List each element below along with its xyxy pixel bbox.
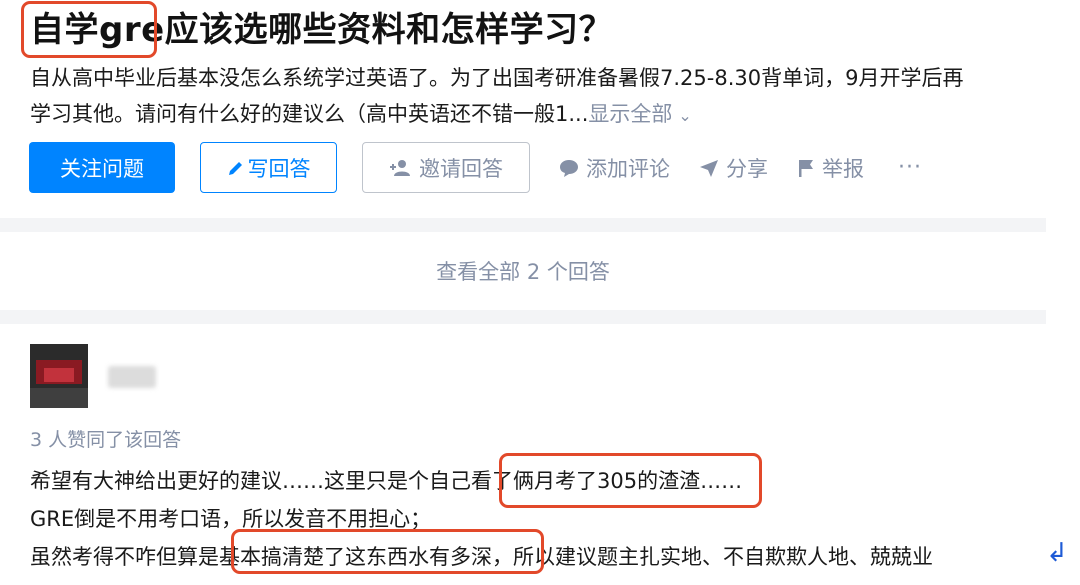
- view-all-answers-link[interactable]: 查看全部 2 个回答: [436, 256, 610, 286]
- question-title[interactable]: 自学gre应该选哪些资料和怎样学习？: [30, 2, 613, 51]
- write-answer-label: 写回答: [247, 156, 311, 181]
- view-all-answers-bar[interactable]: 查看全部 2 个回答: [0, 232, 1046, 310]
- return-arrow-icon: ↲: [1046, 538, 1068, 568]
- add-user-icon: [390, 159, 410, 176]
- add-comment-label: 添加评论: [586, 156, 670, 181]
- share-button[interactable]: 分享: [698, 153, 768, 183]
- answer-card: 3 人赞同了该回答 希望有大神给出更好的建议……这里只是个自己看了俩月考了305…: [0, 324, 1046, 585]
- pencil-icon: [228, 161, 242, 175]
- avatar[interactable]: [30, 344, 88, 408]
- flag-icon: [799, 159, 813, 177]
- invite-answer-button[interactable]: 邀请回答: [362, 142, 530, 193]
- write-answer-button[interactable]: 写回答: [200, 142, 337, 193]
- vote-count: 3 人赞同了该回答: [30, 429, 182, 451]
- chevron-down-icon[interactable]: ⌄: [678, 106, 691, 125]
- comment-icon: [560, 159, 578, 177]
- question-detail-line-2: 学习其他。请问有什么好的建议么（高中英语还不错一般1...显示全部 ⌄: [30, 102, 692, 126]
- answer-text-line-2: GRE倒是不用考口语，所以发音不用担心；: [30, 507, 432, 531]
- question-detail: 自从高中毕业后基本没怎么系统学过英语了。为了出国考研准备暑假7.25-8.30背…: [30, 60, 1040, 134]
- follow-question-button[interactable]: 关注问题: [29, 142, 175, 193]
- question-card: 自学gre应该选哪些资料和怎样学习？ 自从高中毕业后基本没怎么系统学过英语了。为…: [0, 0, 1046, 218]
- answer-text-line-1: 希望有大神给出更好的建议……这里只是个自己看了俩月考了305的渣渣……: [30, 469, 743, 493]
- author-name-blurred[interactable]: [108, 366, 156, 388]
- question-actions: 关注问题 写回答 邀请回答 添加评论 分享 举报 ···: [29, 142, 922, 193]
- share-icon: [700, 159, 718, 177]
- report-label: 举报: [822, 156, 864, 181]
- share-label: 分享: [726, 156, 768, 181]
- question-detail-line-1: 自从高中毕业后基本没怎么系统学过英语了。为了出国考研准备暑假7.25-8.30背…: [30, 66, 964, 90]
- section-separator: [0, 218, 1046, 232]
- add-comment-button[interactable]: 添加评论: [558, 153, 670, 183]
- report-button[interactable]: 举报: [796, 153, 864, 183]
- invite-answer-label: 邀请回答: [419, 156, 503, 181]
- answer-text-line-3: 虽然考得不咋但算是基本搞清楚了这东西水有多深，所以建议题主扎实地、不自欺欺人地、…: [30, 545, 933, 569]
- section-separator: [0, 310, 1046, 324]
- more-options-button[interactable]: ···: [898, 155, 922, 180]
- show-all-link[interactable]: 显示全部: [588, 102, 672, 126]
